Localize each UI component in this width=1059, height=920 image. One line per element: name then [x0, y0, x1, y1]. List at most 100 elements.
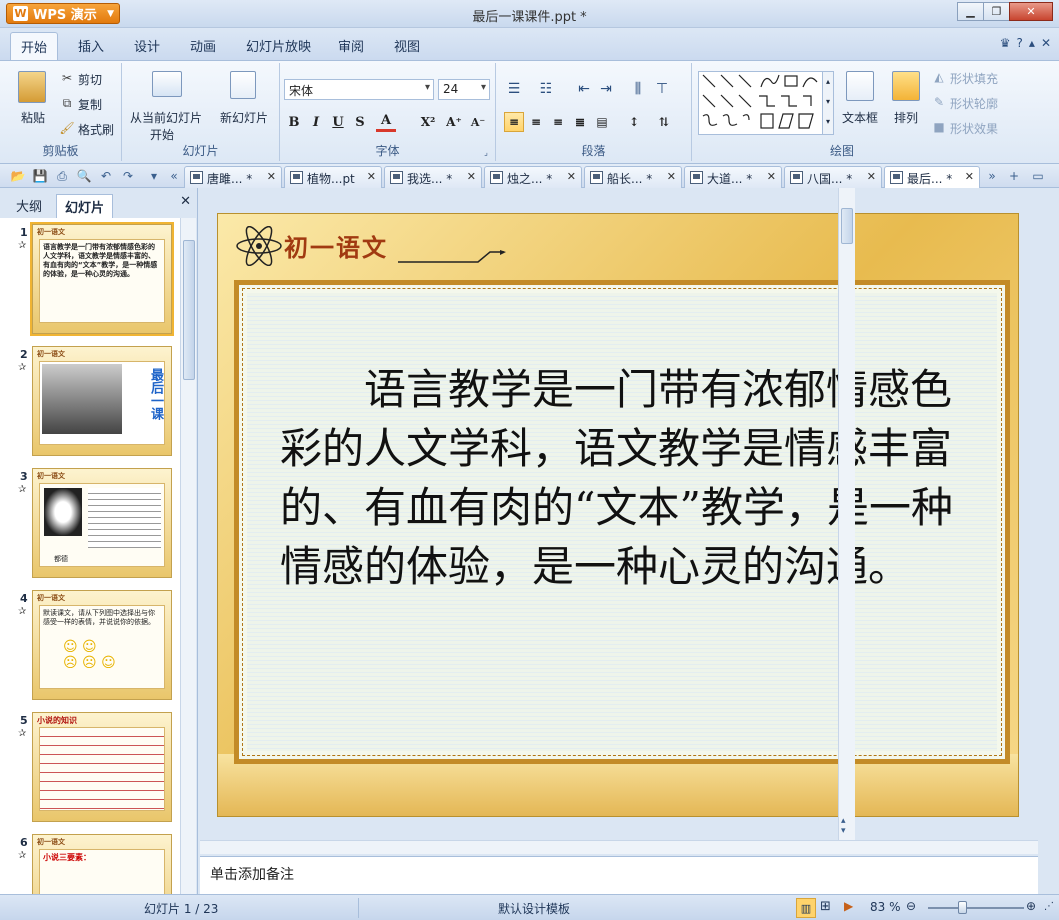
zoom-slider[interactable]: [928, 907, 1024, 909]
doc-tab[interactable]: 唐雎... * ✕: [184, 166, 282, 188]
play-from-current-icon[interactable]: [152, 71, 182, 97]
justify-icon[interactable]: ≣: [570, 112, 590, 132]
slide-vertical-scrollbar[interactable]: ▴ ▾: [838, 188, 855, 840]
shape-outline-button[interactable]: 形状轮廓: [950, 95, 998, 112]
superscript-button[interactable]: X²: [418, 112, 438, 132]
tab-home[interactable]: 开始: [10, 32, 59, 60]
slide-thumbnail-5[interactable]: 小说的知识: [32, 712, 172, 822]
font-size-select[interactable]: 24: [438, 79, 490, 100]
doc-tab[interactable]: 植物...pt ✕: [284, 166, 382, 188]
shrink-font-button[interactable]: A⁻: [468, 112, 488, 132]
close-tab-icon[interactable]: ✕: [567, 170, 576, 183]
align-left-icon[interactable]: ≡: [504, 112, 524, 132]
paste-button[interactable]: 粘贴: [21, 109, 45, 126]
increase-indent-icon[interactable]: ⇥: [596, 79, 616, 99]
open-icon[interactable]: 📂: [10, 168, 26, 184]
new-slide-icon[interactable]: [230, 71, 256, 99]
slide-thumbnail-1[interactable]: 初一语文 语言教学是一门带有浓郁情感色彩的人文学科，语文教学是情感丰富的、有血有…: [30, 222, 174, 336]
shapes-gallery-scroll[interactable]: ▴ ▾ ▾: [822, 71, 834, 135]
decrease-indent-icon[interactable]: ⇤: [574, 79, 594, 99]
close-tab-icon[interactable]: ✕: [667, 170, 676, 183]
shapes-gallery[interactable]: [698, 71, 824, 135]
italic-button[interactable]: I: [306, 112, 326, 132]
textbox-icon[interactable]: [846, 71, 874, 101]
thumbnail-scrollbar[interactable]: [180, 218, 196, 894]
font-dialog-launcher-icon[interactable]: ⌟: [481, 147, 491, 157]
scrollbar-thumb[interactable]: [841, 208, 853, 244]
close-button[interactable]: ✕: [1009, 2, 1053, 21]
close-tab-icon[interactable]: ✕: [867, 170, 876, 183]
doc-tab[interactable]: 船长... * ✕: [584, 166, 682, 188]
redo-icon[interactable]: ↷: [120, 168, 136, 184]
close-tab-icon[interactable]: ✕: [367, 170, 376, 183]
arrange-icon[interactable]: [892, 71, 920, 101]
paragraph-spacing-icon[interactable]: ⇅: [654, 112, 674, 132]
zoom-slider-handle[interactable]: [958, 901, 967, 914]
tab-view[interactable]: 视图: [394, 36, 420, 55]
tab-animation[interactable]: 动画: [190, 36, 216, 55]
align-text-icon[interactable]: ⊤: [652, 79, 672, 99]
numbered-list-icon[interactable]: ☷: [536, 79, 556, 99]
slide-body-textbox[interactable]: 语言教学是一门带有浓郁情感色彩的人文学科，语文教学是情感丰富的、有血有肉的“文本…: [280, 360, 970, 596]
skin-icon[interactable]: ♛: [1000, 36, 1011, 50]
close-tab-icon[interactable]: ✕: [767, 170, 776, 183]
cut-button[interactable]: 剪切: [78, 71, 102, 88]
doc-tab[interactable]: 大道... * ✕: [684, 166, 782, 188]
new-tab-icon[interactable]: +: [1006, 168, 1022, 184]
grow-font-button[interactable]: A⁺: [444, 112, 464, 132]
doc-close-icon[interactable]: ✕: [1041, 36, 1051, 50]
from-current-button-line2[interactable]: 开始: [150, 126, 174, 143]
doc-tab-active[interactable]: 最后... * ✕: [884, 166, 980, 188]
shape-effect-button[interactable]: 形状效果: [950, 120, 998, 137]
doc-tab[interactable]: 我选... * ✕: [384, 166, 482, 188]
tabs-scroll-left-icon[interactable]: «: [166, 168, 182, 184]
undo-icon[interactable]: ↶: [98, 168, 114, 184]
print-icon[interactable]: ⎙: [54, 168, 70, 184]
close-tab-icon[interactable]: ✕: [965, 170, 974, 183]
save-icon[interactable]: 💾: [32, 168, 48, 184]
textbox-button[interactable]: 文本框: [842, 109, 878, 126]
slide-horizontal-scrollbar[interactable]: [200, 840, 1038, 854]
slideshow-icon[interactable]: ▶: [844, 899, 853, 913]
notes-pane[interactable]: 单击添加备注: [200, 856, 1038, 894]
tab-outline[interactable]: 大纲: [8, 194, 50, 217]
slide-thumbnail-4[interactable]: 初一语文 默读课文，请从下列图中选择出与你感受一样的表情，并说说你的依据。 ☺ …: [32, 590, 172, 700]
slide-canvas[interactable]: 初一语文 语言教学是一门带有浓郁情感色彩的人文学科，语文教学是情感丰富的、有血有…: [217, 213, 1019, 817]
bullet-list-icon[interactable]: ☰: [504, 79, 524, 99]
from-current-button[interactable]: 从当前幻灯片: [130, 109, 202, 126]
new-slide-button[interactable]: 新幻灯片: [220, 109, 268, 126]
tabs-scroll-right-icon[interactable]: »: [984, 168, 1000, 184]
font-name-select[interactable]: 宋体: [284, 79, 434, 100]
close-tab-icon[interactable]: ✕: [267, 170, 276, 183]
font-color-button[interactable]: A: [376, 112, 396, 132]
underline-button[interactable]: U: [328, 112, 348, 132]
minimize-button[interactable]: ▁: [957, 2, 984, 21]
close-tab-icon[interactable]: ✕: [467, 170, 476, 183]
copy-button[interactable]: 复制: [78, 96, 102, 113]
customize-toolbar-icon[interactable]: ▾: [146, 168, 162, 184]
slide-thumbnail-2[interactable]: 初一语文 最后一课: [32, 346, 172, 456]
doc-tab[interactable]: 烛之... * ✕: [484, 166, 582, 188]
format-painter-button[interactable]: 格式刷: [78, 121, 114, 138]
restore-button[interactable]: ❐: [983, 2, 1010, 21]
zoom-in-icon[interactable]: ⊕: [1026, 899, 1036, 913]
page-nav-icons[interactable]: ▴ ▾: [841, 816, 846, 836]
tab-slideshow[interactable]: 幻灯片放映: [246, 36, 311, 55]
tab-design[interactable]: 设计: [134, 36, 160, 55]
align-right-icon[interactable]: ≡: [548, 112, 568, 132]
bold-button[interactable]: B: [284, 112, 304, 132]
line-spacing-icon[interactable]: ↕: [624, 112, 644, 132]
distribute-icon[interactable]: ▤: [592, 112, 612, 132]
slide-thumbnail-6[interactable]: 初一语文 小说三要素：: [32, 834, 172, 894]
doc-tab[interactable]: 八国... * ✕: [784, 166, 882, 188]
close-pane-icon[interactable]: ✕: [180, 194, 191, 209]
text-direction-icon[interactable]: ⫼: [628, 79, 648, 99]
shape-fill-button[interactable]: 形状填充: [950, 70, 998, 87]
normal-view-icon[interactable]: ▥: [796, 898, 816, 918]
slide-thumbnail-3[interactable]: 初一语文 都德: [32, 468, 172, 578]
tab-list-icon[interactable]: ▭: [1030, 168, 1046, 184]
align-center-icon[interactable]: ≡: [526, 112, 546, 132]
tab-review[interactable]: 审阅: [338, 36, 364, 55]
help-icon[interactable]: ?: [1017, 36, 1023, 50]
slide-sorter-icon[interactable]: ⊞: [820, 899, 831, 914]
